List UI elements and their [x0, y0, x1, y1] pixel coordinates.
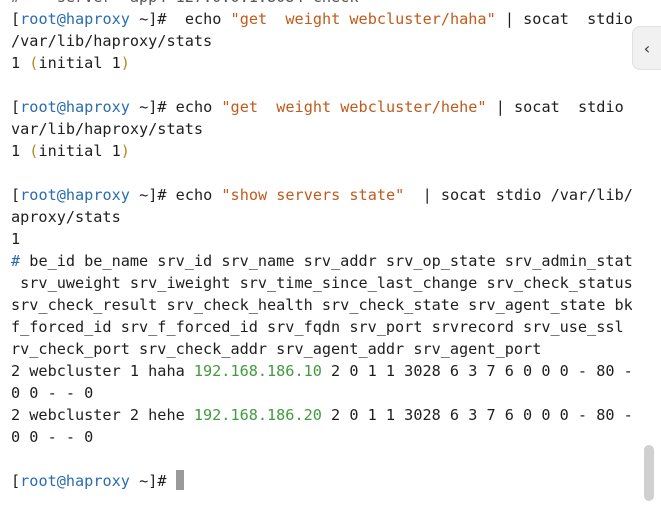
command-wrap: var/lib/haproxy/stats: [11, 120, 204, 138]
chevron-left-icon: ‹: [643, 38, 651, 58]
command-wrap: aproxy/stats: [11, 208, 121, 226]
command-line: [root@haproxy ~]# echo "show servers sta…: [11, 186, 632, 204]
output-line: 2 webcluster 2 hehe 192.168.186.20 2 0 1…: [11, 406, 632, 424]
command-wrap: /var/lib/haproxy/stats: [11, 32, 213, 50]
command-line: [root@haproxy ~]# echo "get weight webcl…: [11, 10, 632, 28]
side-panel-toggle[interactable]: ‹: [632, 26, 661, 70]
terminal-output[interactable]: # server app4 127.0.0.1:8084 check [root…: [0, 0, 632, 505]
output-line: rv_check_port srv_check_addr srv_agent_a…: [11, 340, 542, 358]
command-line: [root@haproxy ~]# echo "get weight webcl…: [11, 98, 632, 116]
output-line: 2 webcluster 1 haha 192.168.186.10 2 0 1…: [11, 362, 632, 380]
partial-line: # server app4 127.0.0.1:8084 check: [11, 0, 358, 8]
output-line: 1 (initial 1): [11, 142, 130, 160]
output-line: 0 0 - - 0: [11, 428, 94, 446]
output-line: f_forced_id srv_f_forced_id srv_fqdn srv…: [11, 318, 632, 336]
vertical-scrollbar-thumb[interactable]: [644, 445, 654, 501]
output-line: srv_check_result srv_check_health srv_ch…: [11, 296, 632, 314]
command-line: [root@haproxy ~]#: [11, 470, 184, 492]
output-line: srv_uweight srv_iweight srv_time_since_l…: [11, 274, 632, 292]
output-line: 0 0 - - 0: [11, 384, 94, 402]
output-line: 1: [11, 230, 21, 248]
output-line: 1 (initial 1): [11, 54, 130, 72]
text-cursor: [175, 470, 184, 490]
output-line: # be_id be_name srv_id srv_name srv_addr…: [11, 252, 632, 270]
